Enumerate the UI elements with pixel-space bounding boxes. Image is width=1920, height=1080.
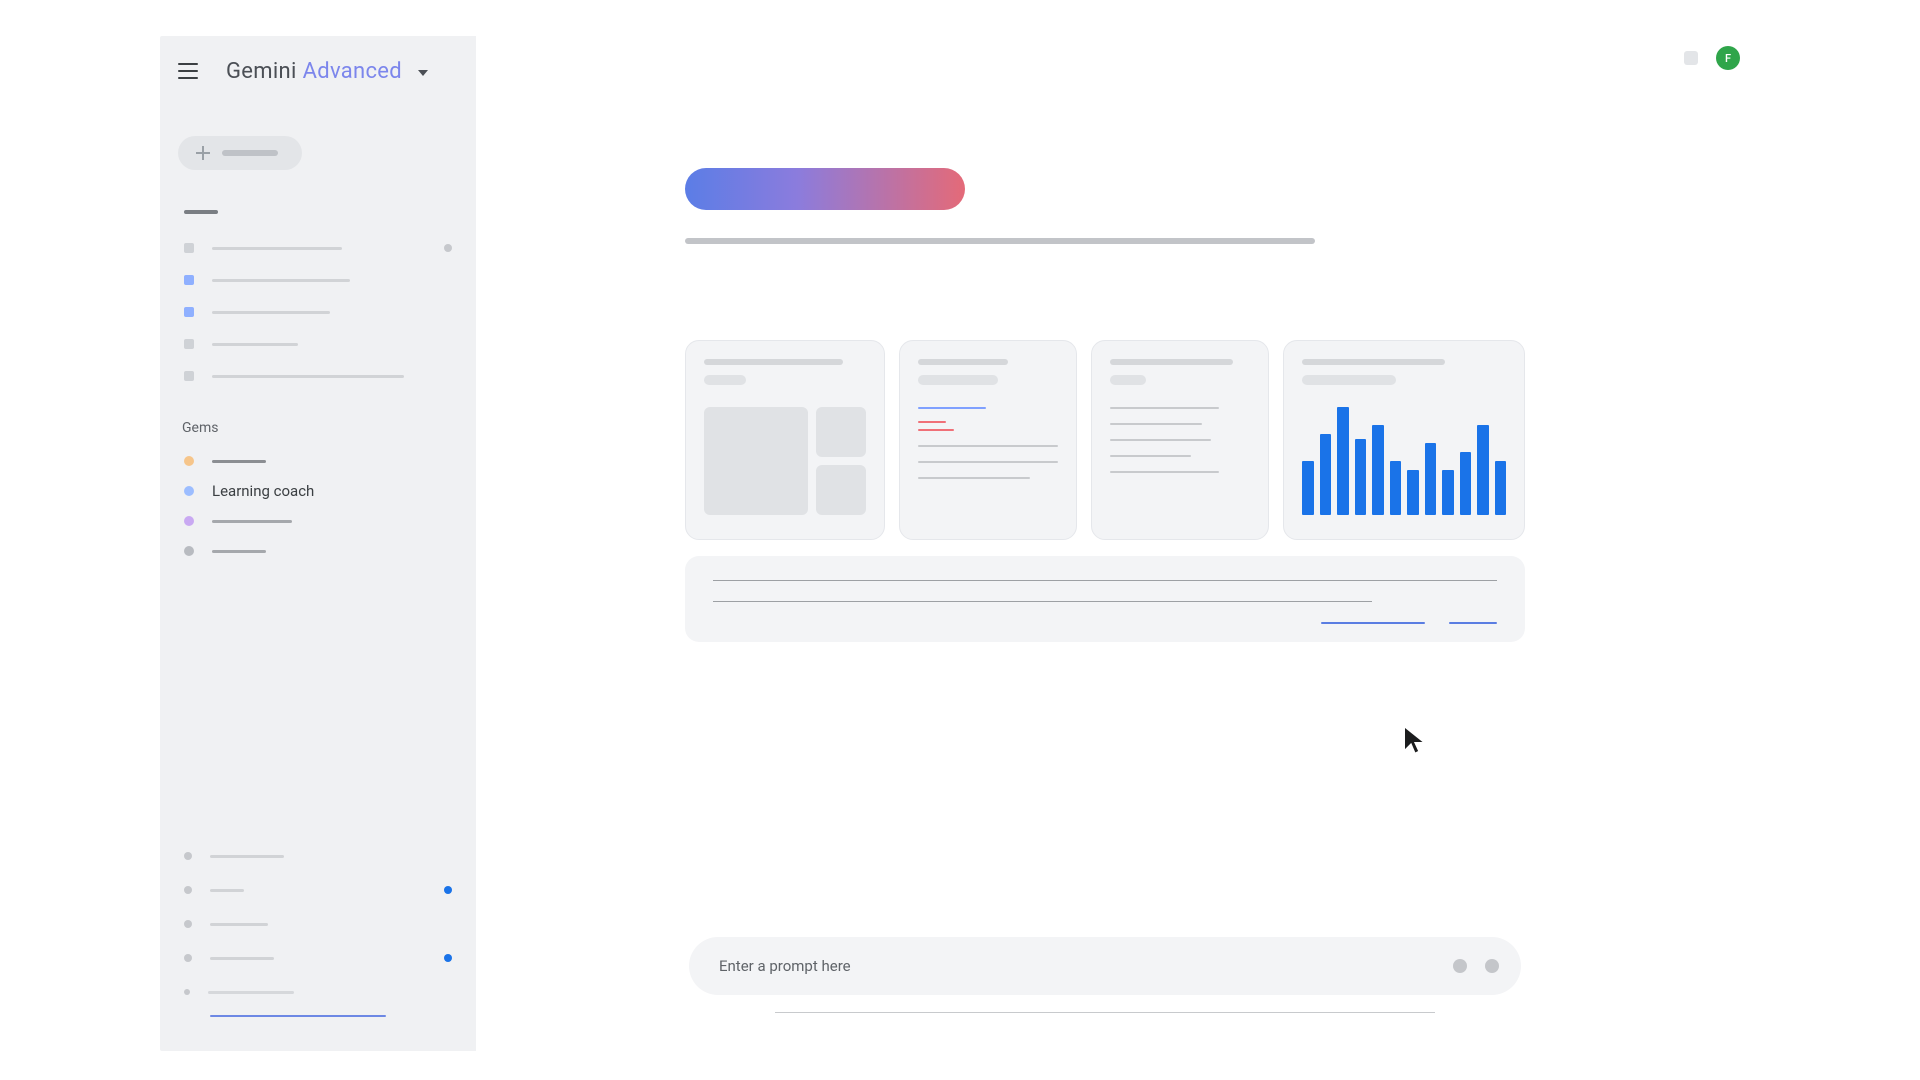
footer-link-placeholder[interactable]	[210, 1015, 386, 1017]
cursor-icon	[1399, 724, 1431, 756]
new-chat-label-placeholder	[222, 150, 278, 156]
chevron-down-icon	[418, 70, 428, 76]
gem-label: Learning coach	[212, 482, 314, 500]
info-action[interactable]	[1321, 622, 1425, 624]
prompt-attach-icon[interactable]	[1453, 959, 1467, 973]
bar-chart	[1302, 407, 1506, 515]
footer-item[interactable]	[178, 839, 458, 873]
recent-item[interactable]	[178, 360, 458, 392]
image-thumbnail	[816, 465, 866, 515]
greeting-pill	[685, 168, 965, 210]
prompt-placeholder: Enter a prompt here	[719, 957, 1435, 975]
new-chat-button[interactable]	[178, 136, 302, 170]
prompt-mic-icon[interactable]	[1485, 959, 1499, 973]
gem-dot-icon	[184, 486, 194, 496]
footer-item[interactable]	[178, 975, 458, 1009]
item-action-icon[interactable]	[444, 244, 452, 252]
gem-dot-icon	[184, 516, 194, 526]
image-thumbnail	[704, 407, 808, 515]
apps-icon[interactable]	[1684, 51, 1698, 65]
footer-item[interactable]	[178, 873, 458, 907]
brand-tier: Advanced	[303, 59, 402, 84]
info-action[interactable]	[1449, 622, 1497, 624]
suggestion-card[interactable]	[899, 340, 1077, 540]
suggestion-card[interactable]	[685, 340, 885, 540]
notification-dot-icon	[444, 886, 452, 894]
gem-item-learning-coach[interactable]: Learning coach	[178, 476, 458, 506]
gem-dot-icon	[184, 456, 194, 466]
brand-selector[interactable]: Gemini Advanced	[226, 59, 428, 84]
gems-section-label: Gems	[182, 420, 458, 436]
sidebar: Gemini Advanced	[160, 36, 476, 1051]
avatar[interactable]: F	[1716, 46, 1740, 70]
brand-name: Gemini	[226, 59, 297, 84]
recent-item[interactable]	[178, 232, 458, 264]
sidebar-footer	[178, 839, 458, 1033]
main-content: F	[476, 36, 1760, 1051]
gem-item[interactable]	[178, 446, 458, 476]
recent-label-placeholder	[184, 210, 218, 214]
footer-disclaimer-placeholder	[775, 1012, 1435, 1013]
info-card	[685, 556, 1525, 642]
recent-item[interactable]	[178, 296, 458, 328]
gem-item[interactable]	[178, 536, 458, 566]
footer-item[interactable]	[178, 907, 458, 941]
recent-item[interactable]	[178, 328, 458, 360]
greeting-subtitle-placeholder	[685, 238, 1315, 244]
plus-icon	[196, 146, 210, 160]
prompt-input[interactable]: Enter a prompt here	[689, 937, 1521, 995]
gem-item[interactable]	[178, 506, 458, 536]
menu-icon[interactable]	[178, 63, 198, 79]
notification-dot-icon	[444, 954, 452, 962]
suggestion-card[interactable]	[1091, 340, 1269, 540]
suggestion-card-chart[interactable]	[1283, 340, 1525, 540]
recent-item[interactable]	[178, 264, 458, 296]
footer-item[interactable]	[178, 941, 458, 975]
avatar-initial: F	[1725, 52, 1731, 65]
image-thumbnail	[816, 407, 866, 457]
gem-dot-icon	[184, 546, 194, 556]
